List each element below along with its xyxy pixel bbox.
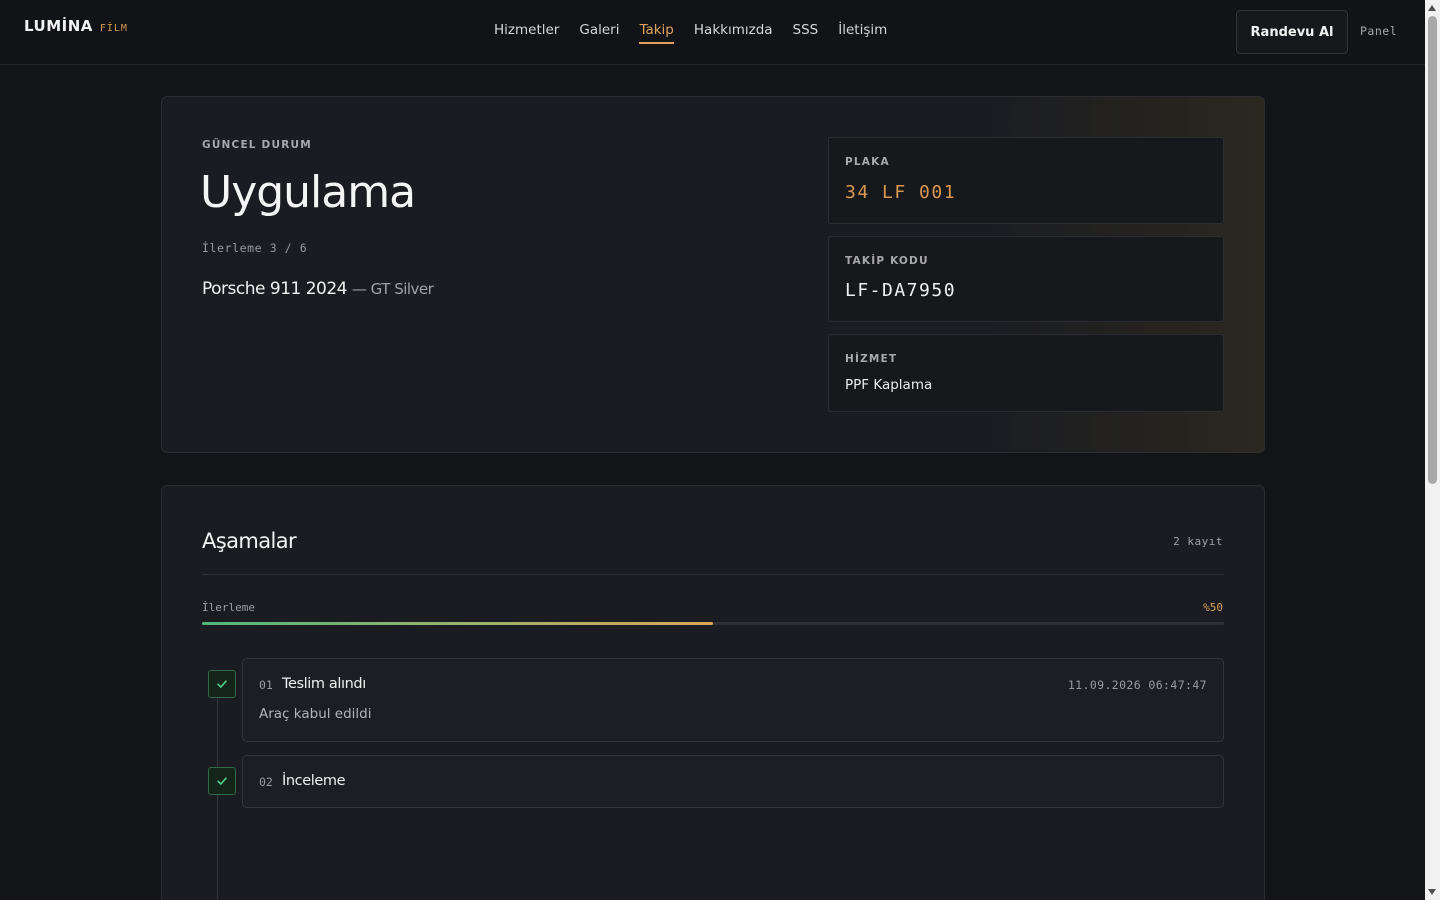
stage-name: İnceleme <box>282 773 346 789</box>
plate-value: 34 LF 001 <box>845 182 957 203</box>
plate-box: PLAKA 34 LF 001 <box>828 137 1224 224</box>
progress-bar <box>202 622 1224 625</box>
tracking-code-box: TAKİP KODU LF-DA7950 <box>828 236 1224 322</box>
service-value: PPF Kaplama <box>845 377 933 393</box>
appointment-button[interactable]: Randevu Al <box>1236 10 1348 54</box>
tracking-code-value: LF-DA7950 <box>845 280 957 301</box>
progress-bar-fill <box>202 622 713 625</box>
scroll-down-arrow-icon[interactable] <box>1428 889 1436 895</box>
timeline-line <box>217 696 218 900</box>
nav-item-hizmetler[interactable]: Hizmetler <box>494 22 559 44</box>
status-card: GÜNCEL DURUM Uygulama İlerleme 3 / 6 Por… <box>161 96 1265 453</box>
stage-note: Araç kabul edildi <box>259 706 372 722</box>
scroll-thumb[interactable] <box>1428 16 1437 484</box>
stage-number: 01 <box>259 678 273 692</box>
panel-link[interactable]: Panel <box>1360 24 1397 38</box>
status-title: Uygulama <box>200 167 416 218</box>
stages-count: 2 kayıt <box>1173 535 1223 548</box>
status-progress-text: İlerleme 3 / 6 <box>202 241 308 255</box>
main-nav: Hizmetler Galeri Takip Hakkımızda SSS İl… <box>494 22 907 44</box>
step-check-icon <box>208 767 236 795</box>
progress-label: İlerleme <box>202 601 255 614</box>
step-check-icon <box>208 670 236 698</box>
vehicle-info: Porsche 911 2024 — GT Silver <box>202 279 434 299</box>
nav-item-galeri[interactable]: Galeri <box>579 22 619 44</box>
stage-number: 02 <box>259 775 273 789</box>
logo[interactable]: LUMİNA FİLM <box>24 17 128 35</box>
logo-subtext: FİLM <box>99 23 128 34</box>
divider <box>202 574 1224 575</box>
progress-percent: %50 <box>1203 601 1223 614</box>
stage-item[interactable]: 02 İnceleme <box>242 755 1224 808</box>
scroll-up-arrow-icon[interactable] <box>1428 5 1436 11</box>
service-label: HİZMET <box>845 353 898 365</box>
tracking-code-label: TAKİP KODU <box>845 255 929 267</box>
nav-item-sss[interactable]: SSS <box>793 22 819 44</box>
vehicle-model: Porsche 911 2024 <box>202 279 348 299</box>
page-scrollbar[interactable] <box>1425 0 1440 900</box>
status-eyebrow: GÜNCEL DURUM <box>202 139 312 151</box>
stages-card: Aşamalar 2 kayıt İlerleme %50 01 Teslim … <box>161 485 1265 900</box>
logo-text: LUMİNA <box>24 17 93 35</box>
nav-item-hakkimizda[interactable]: Hakkımızda <box>694 22 773 44</box>
top-navbar: LUMİNA FİLM Hizmetler Galeri Takip Hakkı… <box>0 0 1425 65</box>
plate-label: PLAKA <box>845 156 890 168</box>
nav-item-iletisim[interactable]: İletişim <box>838 22 887 44</box>
nav-item-takip[interactable]: Takip <box>639 22 675 44</box>
stages-title: Aşamalar <box>202 529 297 553</box>
vehicle-color: — GT Silver <box>351 280 434 298</box>
stage-name: Teslim alındı <box>282 676 366 692</box>
service-box: HİZMET PPF Kaplama <box>828 334 1224 412</box>
stage-date: 11.09.2026 06:47:47 <box>1067 678 1207 692</box>
stage-item[interactable]: 01 Teslim alındı 11.09.2026 06:47:47 Ara… <box>242 658 1224 742</box>
